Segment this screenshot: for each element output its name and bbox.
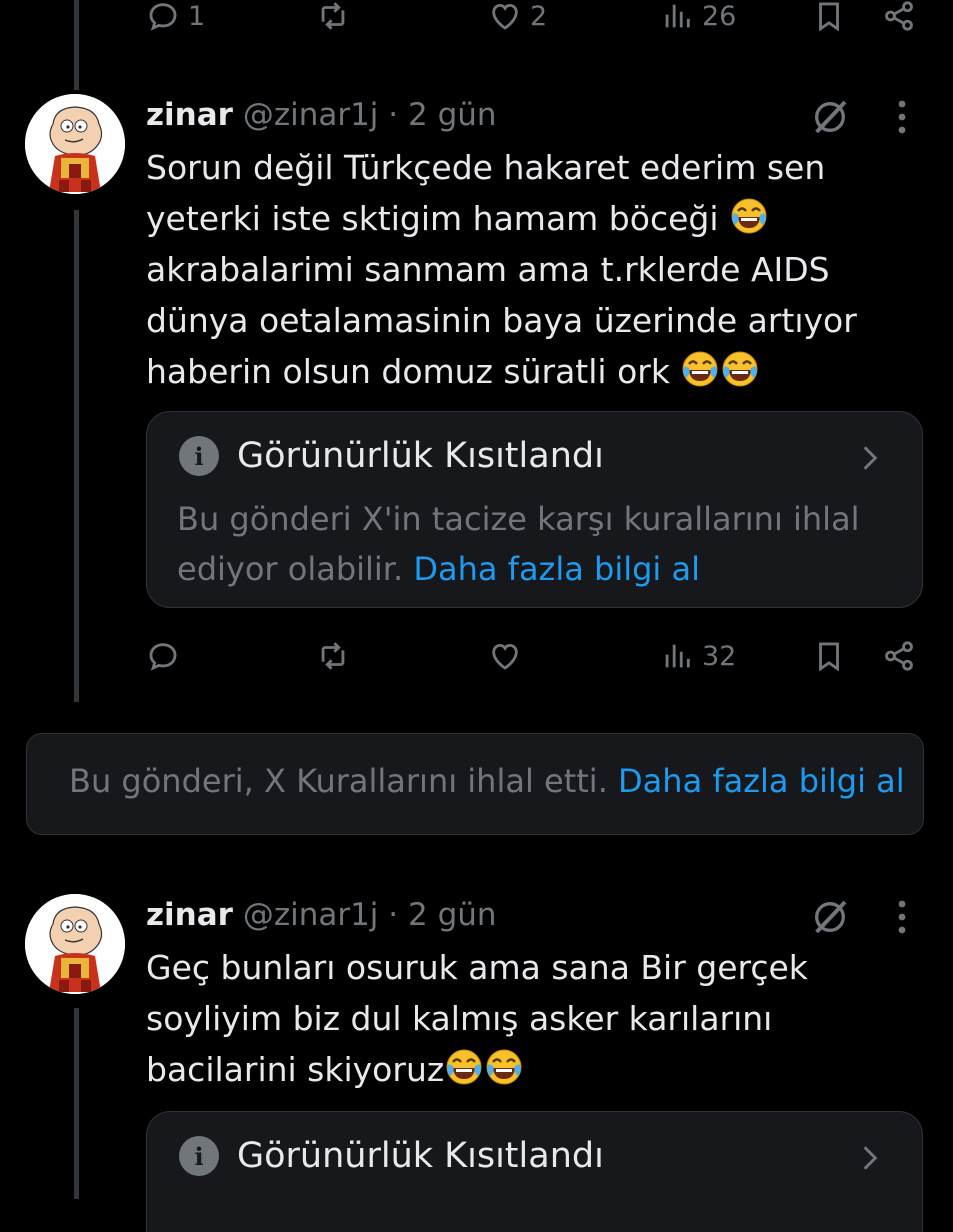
heart-icon (488, 0, 522, 33)
avatar[interactable] (25, 94, 125, 194)
repost-icon (316, 639, 350, 673)
tweet-actions-top: 1 2 26 (146, 0, 926, 46)
laughing-tears-emoji (680, 349, 720, 389)
timestamp[interactable]: · 2 gün (388, 897, 496, 933)
reply-count: 1 (188, 0, 206, 32)
grok-icon[interactable] (810, 97, 850, 137)
visibility-limited-notice[interactable]: i Görünürlük Kısıtlandı Bu gönderi X'in … (146, 411, 923, 608)
thread-line-2 (74, 1008, 79, 1199)
tweet-line-text: haberin olsun domuz süratli ork (146, 352, 670, 391)
learn-more-link[interactable]: Daha fazla bilgi al (618, 762, 905, 800)
tweet-line: bacilarini skiyoruz (146, 1044, 886, 1095)
repost-button[interactable] (316, 636, 350, 676)
notice-title: Görünürlük Kısıtlandı (237, 436, 604, 476)
bookmark-icon (812, 639, 846, 673)
tweet-line-text: yeterki iste sktigim hamam böceği (146, 199, 719, 238)
view-count: 32 (702, 640, 737, 672)
share-button[interactable] (882, 636, 916, 676)
views-icon (660, 639, 694, 673)
rule-violation-banner: Bu gönderi, X Kurallarını ihlal etti. Da… (26, 733, 924, 835)
share-icon (882, 0, 916, 33)
notice-text: Bu gönderi X'in tacize karşı kurallarını… (177, 494, 897, 594)
visibility-limited-notice[interactable]: i Görünürlük Kısıtlandı (146, 1111, 923, 1232)
views-button[interactable]: 26 (660, 0, 736, 36)
views-icon (660, 0, 694, 33)
heart-icon (488, 639, 522, 673)
repost-icon (316, 0, 350, 33)
avatar-image (25, 894, 125, 994)
display-name[interactable]: zinar (146, 897, 233, 933)
grok-icon[interactable] (810, 897, 850, 937)
tweet-header: zinar @zinar1j · 2 gün (146, 897, 497, 933)
share-icon (882, 639, 916, 673)
laughing-tears-emoji (444, 1047, 484, 1087)
username[interactable]: @zinar1j (243, 897, 379, 933)
display-name[interactable]: zinar (146, 97, 233, 133)
chevron-right-icon (854, 442, 886, 474)
tweet-line: dünya oetalamasinin baya üzerinde artıyo… (146, 301, 857, 340)
chevron-right-icon (854, 1142, 886, 1174)
info-icon: i (179, 1136, 219, 1176)
share-button[interactable] (882, 0, 916, 36)
tweet-line: Sorun değil Türkçede hakaret ederim sen (146, 148, 826, 187)
banner-text: Bu gönderi, X Kurallarını ihlal etti. Da… (69, 762, 905, 800)
tweet-header: zinar @zinar1j · 2 gün (146, 97, 497, 133)
tweet-text: Sorun değil Türkçede hakaret ederim sen … (146, 142, 886, 397)
tweet-line: haberin olsun domuz süratli ork (146, 346, 886, 397)
bookmark-button[interactable] (812, 0, 846, 36)
views-button[interactable]: 32 (660, 636, 736, 676)
notice-title: Görünürlük Kısıtlandı (237, 1136, 604, 1176)
banner-message: Bu gönderi, X Kurallarını ihlal etti. (69, 762, 608, 800)
reply-icon (146, 0, 180, 33)
username[interactable]: @zinar1j (243, 97, 379, 133)
bookmark-button[interactable] (812, 636, 846, 676)
reply-button[interactable] (146, 636, 180, 676)
avatar[interactable] (25, 894, 125, 994)
more-icon[interactable] (897, 900, 907, 934)
tweet-text: Geç bunları osuruk ama sana Bir gerçek s… (146, 942, 886, 1095)
like-button[interactable]: 2 (488, 0, 547, 36)
notice-title-row: i Görünürlük Kısıtlandı (179, 1136, 604, 1176)
laughing-tears-emoji (729, 196, 769, 236)
view-count: 26 (702, 0, 737, 32)
like-count: 2 (530, 0, 548, 32)
tweet-line-text: bacilarini skiyoruz (146, 1050, 445, 1089)
tweet-line: akrabalarimi sanmam ama t.rklerde AIDS (146, 250, 830, 289)
tweet-line: Geç bunları osuruk ama sana Bir gerçek (146, 948, 808, 987)
info-icon: i (179, 436, 219, 476)
tweet-actions: 32 (146, 636, 926, 686)
laughing-tears-emoji (484, 1047, 524, 1087)
repost-button[interactable] (316, 0, 350, 36)
tweet-line: soyliyim biz dul kalmış asker karılarını (146, 999, 773, 1038)
reply-button[interactable]: 1 (146, 0, 205, 36)
like-button[interactable] (488, 636, 522, 676)
more-icon[interactable] (897, 100, 907, 134)
notice-title-row: i Görünürlük Kısıtlandı (179, 436, 604, 476)
avatar-image (25, 94, 125, 194)
learn-more-link[interactable]: Daha fazla bilgi al (413, 550, 700, 588)
tweet-line: yeterki iste sktigim hamam böceği (146, 193, 886, 244)
reply-icon (146, 639, 180, 673)
thread-line-1 (74, 210, 79, 702)
thread-line-top (74, 0, 79, 90)
bookmark-icon (812, 0, 846, 33)
laughing-tears-emoji (720, 349, 760, 389)
timestamp[interactable]: · 2 gün (388, 97, 496, 133)
